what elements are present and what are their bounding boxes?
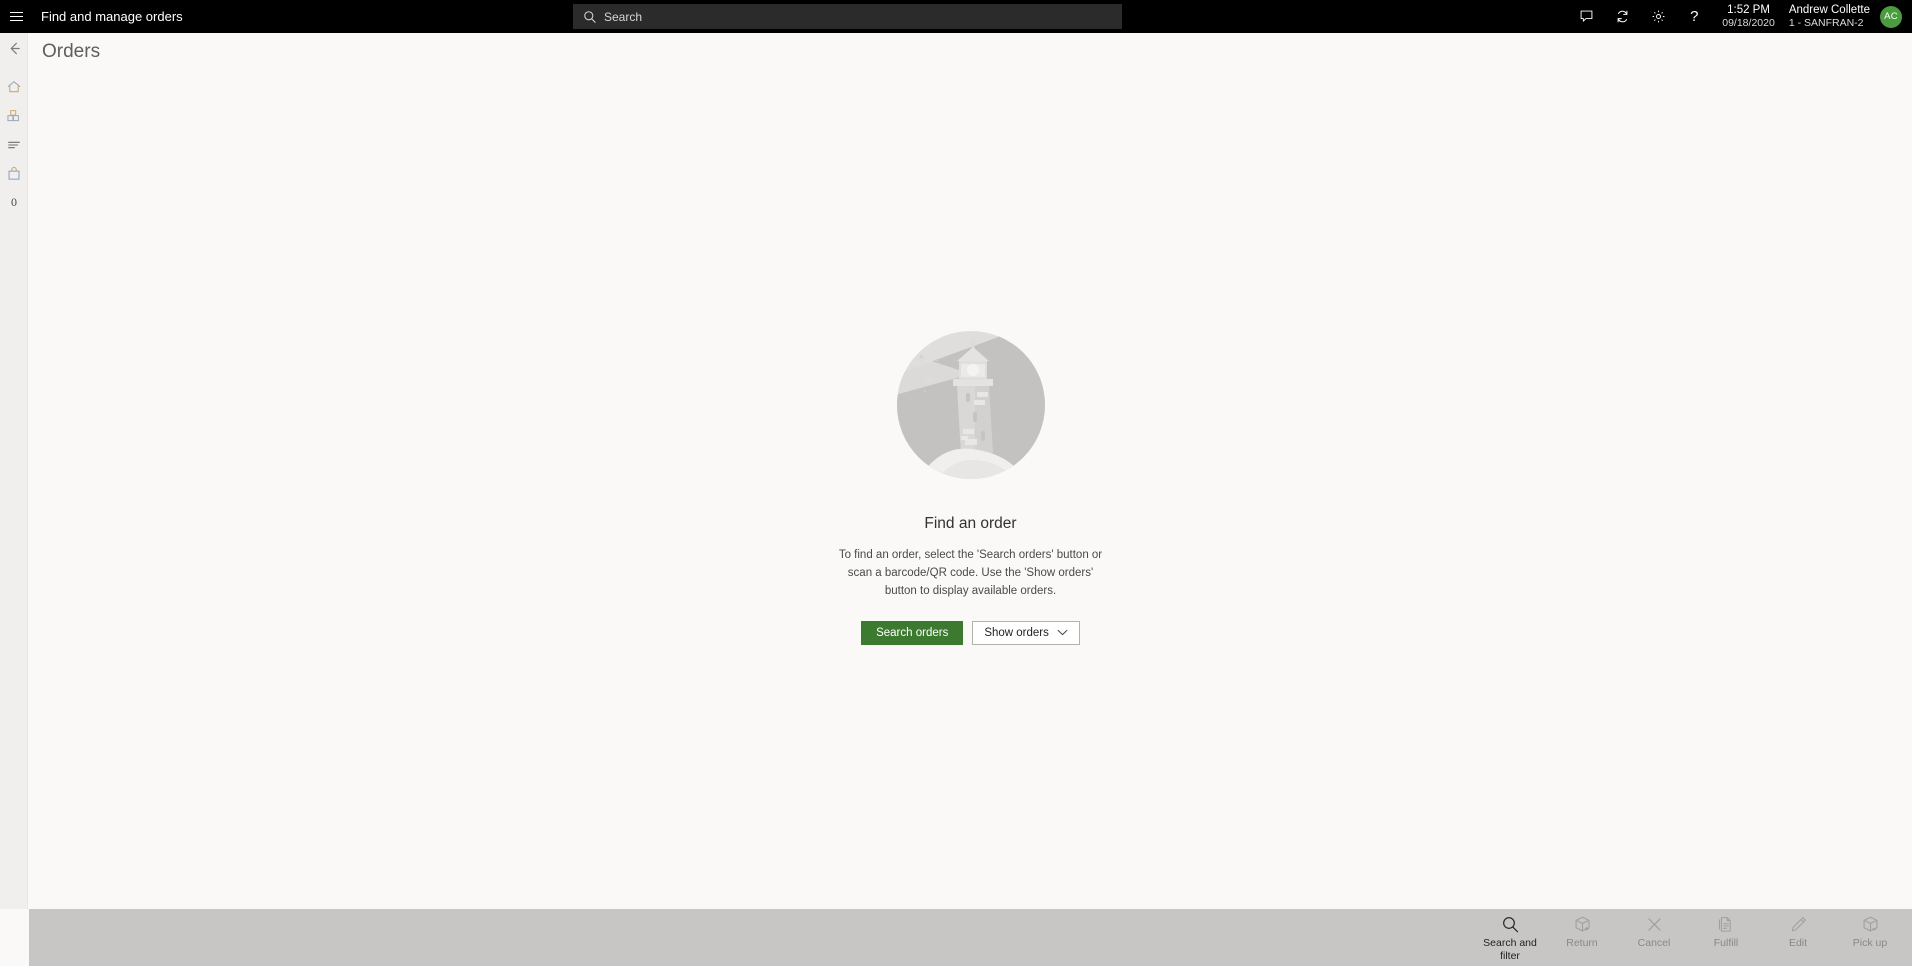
magnifier-icon [1501,914,1520,934]
empty-state-actions: Search orders Show orders [861,621,1080,646]
command-cancel[interactable]: Cancel [1618,909,1690,950]
document-icon [1717,914,1736,934]
lighthouse-illustration [895,329,1047,481]
products-icon [6,108,22,124]
search-placeholder: Search [604,9,643,24]
help-glyph: ? [1690,8,1699,25]
pickup-box-icon [1861,914,1880,934]
command-bar-items: Search and filter Return Cancel Fulfill … [1474,909,1906,966]
home-icon [6,79,22,95]
command-edit[interactable]: Edit [1762,909,1834,950]
rail-spacer [0,63,27,72]
clock-time: 1:52 PM [1727,3,1770,16]
message-icon[interactable] [1568,0,1604,33]
user-info[interactable]: Andrew Collette 1 - SANFRAN-2 [1785,3,1880,31]
close-x-icon [1645,914,1664,934]
sidebar-item-back[interactable] [0,33,28,63]
command-pick-up[interactable]: Pick up [1834,909,1906,950]
command-label: Pick up [1852,937,1888,949]
chevron-down-icon [1057,627,1068,639]
show-orders-button[interactable]: Show orders [972,621,1080,646]
command-fulfill[interactable]: Fulfill [1690,909,1762,950]
user-store: 1 - SANFRAN-2 [1788,17,1864,30]
list-icon [6,137,22,153]
search-input[interactable]: Search [573,4,1122,29]
main-content: Orders Find an order To find an order, s… [29,33,1912,909]
back-arrow-icon [6,40,23,57]
search-orders-button[interactable]: Search orders [861,621,964,646]
empty-state-title: Find an order [924,515,1017,532]
app-bar-right: ? 1:52 PM 09/18/2020 Andrew Collette 1 -… [1568,0,1912,33]
search-icon [583,10,597,24]
command-label: Return [1566,937,1598,949]
clock-date: 09/18/2020 [1722,17,1775,30]
pencil-icon [1789,914,1808,934]
sidebar-item-list[interactable] [0,130,28,159]
hamburger-icon[interactable] [0,0,33,33]
help-icon[interactable]: ? [1676,0,1712,33]
gear-icon[interactable] [1640,0,1676,33]
command-label: Cancel [1637,937,1671,949]
sidebar-item-products[interactable] [0,101,28,130]
shopping-bag-icon [6,166,22,182]
command-label: Edit [1788,937,1808,949]
empty-state-description: To find an order, select the 'Search ord… [838,549,1103,597]
return-box-icon [1573,914,1592,934]
user-name: Andrew Collette [1788,3,1870,16]
command-label: Search and filter [1483,937,1537,963]
sidebar-rail: 0 [0,33,28,909]
empty-state: Find an order To find an order, select t… [29,329,1912,646]
refresh-icon[interactable] [1604,0,1640,33]
command-bar: Search and filter Return Cancel Fulfill … [29,909,1912,966]
app-title: Find and manage orders [41,9,183,24]
sidebar-item-cart-count[interactable]: 0 [0,188,28,217]
command-return[interactable]: Return [1546,909,1618,950]
command-label: Fulfill [1713,937,1739,949]
avatar[interactable]: AC [1880,5,1902,28]
cart-count-label: 0 [11,195,17,209]
page-title: Orders [42,41,101,62]
sidebar-item-home[interactable] [0,72,28,101]
command-search-and-filter[interactable]: Search and filter [1474,909,1546,963]
app-bar: Find and manage orders Search ? 1:52 PM … [0,0,1912,33]
show-orders-label: Show orders [984,627,1049,640]
clock: 1:52 PM 09/18/2020 [1712,3,1785,31]
sidebar-item-bag[interactable] [0,159,28,188]
